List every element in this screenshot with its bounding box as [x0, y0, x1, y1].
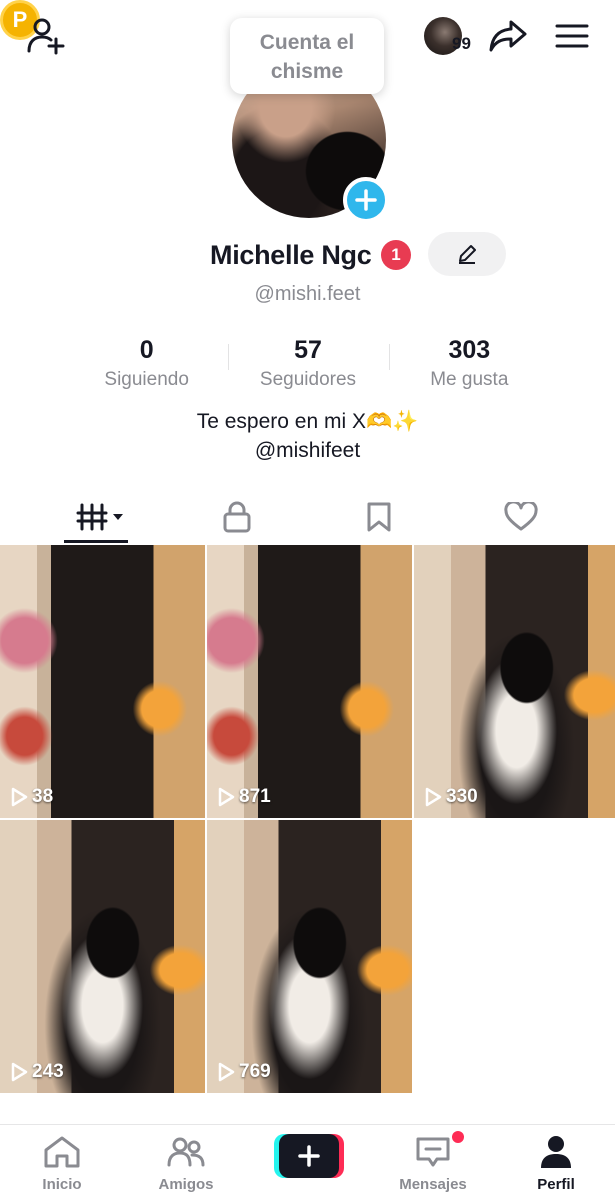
play-icon — [425, 787, 442, 807]
nav-home-label: Inicio — [42, 1176, 82, 1193]
view-count-value: 330 — [446, 786, 478, 807]
video-thumbnail[interactable]: 871 — [207, 545, 412, 818]
create-button[interactable] — [274, 1134, 344, 1178]
stat-followers[interactable]: 57 Seguidores — [227, 336, 388, 392]
plus-icon — [298, 1145, 320, 1167]
play-icon — [11, 1062, 28, 1082]
heart-icon — [504, 502, 538, 531]
stat-following[interactable]: 0 Siguiendo — [66, 336, 227, 392]
edit-profile-button[interactable] — [428, 232, 506, 276]
view-count: 330 — [424, 786, 478, 808]
play-icon — [218, 787, 235, 807]
tab-private[interactable] — [182, 490, 292, 544]
view-count-value: 871 — [239, 786, 271, 807]
profile-name-row: Michelle Ngc 1 — [0, 232, 615, 276]
nav-messages[interactable]: Mensajes — [383, 1135, 483, 1193]
following-label: Siguiendo — [104, 369, 189, 390]
followers-label: Seguidores — [259, 369, 357, 390]
profile-stats: 0 Siguiendo 57 Seguidores 303 Me gusta — [66, 336, 550, 392]
stat-likes[interactable]: 303 Me gusta — [389, 336, 550, 392]
plus-icon — [355, 189, 377, 211]
display-name: Michelle Ngc — [210, 240, 372, 270]
nav-friends[interactable]: Amigos — [136, 1135, 236, 1193]
profile-icon — [541, 1136, 571, 1168]
tab-videos[interactable] — [48, 490, 158, 544]
bookmark-icon — [367, 502, 391, 532]
play-icon — [218, 1062, 235, 1082]
bio-link[interactable]: @mishifeet — [0, 436, 615, 465]
nav-home[interactable]: Inicio — [12, 1135, 112, 1193]
nav-profile[interactable]: Perfil — [506, 1135, 606, 1193]
bio-line: Te espero en mi X🫶✨ — [196, 410, 419, 433]
videos-grid-icon — [76, 503, 123, 531]
video-thumbnail[interactable]: 243 — [0, 820, 205, 1093]
followers-count: 57 — [294, 336, 322, 364]
video-thumbnail[interactable]: 38 — [0, 545, 205, 818]
home-icon — [44, 1136, 80, 1168]
messages-icon — [416, 1137, 450, 1167]
tab-liked[interactable] — [466, 490, 576, 544]
pencil-icon — [459, 245, 476, 264]
stat-divider — [389, 344, 390, 370]
notification-badge[interactable]: 1 — [381, 240, 411, 270]
nav-messages-label: Mensajes — [399, 1176, 467, 1193]
nav-friends-label: Amigos — [158, 1176, 214, 1193]
add-friend-icon[interactable] — [24, 16, 68, 56]
active-tab-indicator — [64, 540, 128, 543]
nav-profile-label: Perfil — [537, 1176, 575, 1193]
likes-count: 303 — [448, 336, 491, 364]
tab-saved[interactable] — [324, 490, 434, 544]
view-count: 769 — [217, 1061, 271, 1083]
play-icon — [11, 787, 28, 807]
following-count: 0 — [139, 336, 154, 364]
view-count-value: 243 — [32, 1061, 64, 1082]
lock-icon — [223, 501, 251, 533]
view-count-value: 38 — [32, 786, 54, 807]
video-thumbnail[interactable]: 330 — [414, 545, 615, 818]
view-count: 243 — [10, 1061, 64, 1083]
menu-icon[interactable] — [550, 16, 594, 56]
story-prompt-tooltip[interactable]: Cuenta el chisme — [230, 18, 384, 94]
stat-divider — [228, 344, 229, 370]
username: @mishi.feet — [254, 283, 361, 305]
inbox-count-badge: 99 — [452, 34, 471, 53]
video-thumbnail[interactable]: 769 — [207, 820, 412, 1093]
bottom-navigation: Inicio Amigos Mensajes Perfil — [0, 1124, 615, 1200]
likes-label: Me gusta — [430, 369, 509, 390]
add-story-button[interactable] — [343, 177, 389, 223]
view-count-value: 769 — [239, 1061, 271, 1082]
unread-dot — [452, 1131, 464, 1143]
view-count: 871 — [217, 786, 271, 808]
share-icon[interactable] — [486, 16, 530, 56]
friends-icon — [167, 1137, 205, 1167]
profile-bio: Te espero en mi X🫶✨ @mishifeet — [0, 407, 615, 465]
profile-tabs — [0, 490, 615, 546]
view-count: 38 — [10, 786, 53, 808]
